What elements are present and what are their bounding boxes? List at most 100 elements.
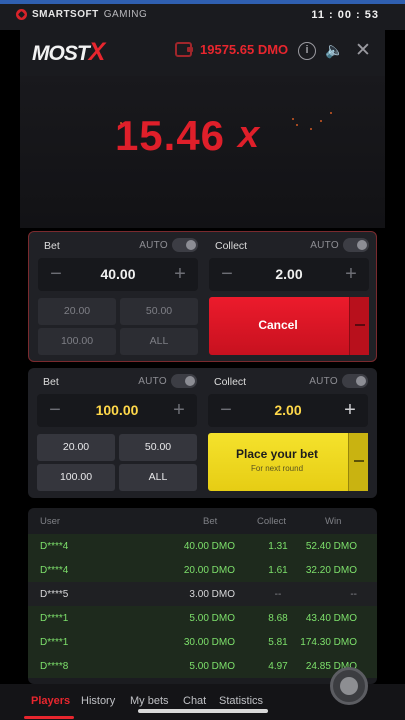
players-table: User Bet Collect Win D****4 40.00 DMO 1.31… xyxy=(28,508,377,684)
cell-win: -- xyxy=(350,589,357,600)
auto-label: AUTO xyxy=(139,240,168,251)
place-bet-button[interactable]: Place your bet For next round xyxy=(208,433,368,491)
app-frame: SMARTSOFT GAMING 11 : 00 : 53 MOSTX 1957… xyxy=(0,0,405,720)
close-icon[interactable]: ✕ xyxy=(354,41,372,60)
quick-bet-chip[interactable]: 20.00 xyxy=(38,298,116,325)
column-collect: Collect xyxy=(257,516,287,527)
bet-panel-2: Bet AUTO − 100.00 + 20.00 50.00 100.00 A… xyxy=(28,368,377,498)
cell-user: D****5 xyxy=(40,589,69,600)
auto-label: AUTO xyxy=(138,376,167,387)
increase-collect-button[interactable]: + xyxy=(339,262,363,286)
quick-bet-chip[interactable]: ALL xyxy=(119,464,197,491)
decrease-bet-button[interactable]: − xyxy=(44,262,68,286)
auto-bet-toggle[interactable] xyxy=(172,238,198,252)
bet-stepper: − 100.00 + xyxy=(37,394,197,427)
tab-statistics[interactable]: Statistics xyxy=(219,695,263,707)
cell-win: 32.20 DMO xyxy=(305,565,357,576)
cell-win: 52.40 DMO xyxy=(305,541,357,552)
cell-win: 174.30 DMO xyxy=(300,637,357,648)
tab-chat[interactable]: Chat xyxy=(183,695,206,707)
table-row: D****4 20.00 DMO 1.61 32.20 DMO xyxy=(28,558,377,582)
decrease-collect-button[interactable]: − xyxy=(214,398,238,422)
increase-bet-button[interactable]: + xyxy=(168,262,192,286)
spark xyxy=(320,120,322,122)
place-bet-label: Place your bet xyxy=(235,447,319,461)
auto-collect-toggle[interactable] xyxy=(343,238,369,252)
system-bar: SMARTSOFT GAMING 11 : 00 : 53 xyxy=(0,0,405,30)
cell-collect: 5.81 xyxy=(268,637,288,648)
column-win: Win xyxy=(325,516,342,527)
tab-players[interactable]: Players xyxy=(31,695,70,707)
increase-bet-button[interactable]: + xyxy=(167,398,191,422)
cancel-options-handle[interactable] xyxy=(349,297,369,355)
provider-brand: SMARTSOFT GAMING xyxy=(16,9,147,20)
brand-suffix: GAMING xyxy=(103,9,148,20)
cell-bet: 5.00 DMO xyxy=(189,661,235,672)
table-header: User Bet Collect Win xyxy=(28,508,377,534)
cell-collect: -- xyxy=(274,589,282,600)
cell-user: D****8 xyxy=(40,661,69,672)
auto-label: AUTO xyxy=(310,240,339,251)
cancel-label: Cancel xyxy=(258,318,298,332)
decrease-collect-button[interactable]: − xyxy=(215,262,239,286)
table-row: D****8 5.00 DMO 4.97 24.85 DMO xyxy=(28,654,377,678)
bet-label: Bet xyxy=(43,376,59,388)
cell-bet: 5.00 DMO xyxy=(189,613,235,624)
quick-bet-chip[interactable]: 100.00 xyxy=(38,328,116,355)
quick-bet-chip[interactable]: 20.00 xyxy=(37,434,115,461)
sound-icon[interactable]: 🔈 xyxy=(325,42,344,60)
collect-amount[interactable]: 2.00 xyxy=(237,266,341,282)
system-bar-accent xyxy=(0,0,405,4)
cell-bet: 3.00 DMO xyxy=(189,589,235,600)
cell-collect: 1.61 xyxy=(268,565,288,576)
bet-section: Bet AUTO − 100.00 + 20.00 50.00 100.00 A… xyxy=(35,368,205,498)
game-header: MOSTX 19575.65 DMO i 🔈 ✕ xyxy=(20,30,385,76)
column-bet: Bet xyxy=(203,516,218,527)
spark xyxy=(292,118,294,120)
cell-bet: 40.00 DMO xyxy=(183,541,235,552)
spark xyxy=(120,122,122,124)
place-bet-sublabel: For next round xyxy=(250,464,304,473)
cancel-button[interactable]: Cancel xyxy=(209,297,369,355)
dash-icon xyxy=(355,324,365,326)
dash-icon xyxy=(354,460,364,462)
bet-amount[interactable]: 100.00 xyxy=(65,402,169,418)
clock: 11 : 00 : 53 xyxy=(311,9,379,21)
auto-collect-toggle[interactable] xyxy=(342,374,368,388)
quick-bet-chip[interactable]: ALL xyxy=(120,328,198,355)
collect-amount[interactable]: 2.00 xyxy=(236,402,340,418)
bet-panel-1: Bet AUTO − 40.00 + 20.00 50.00 100.00 AL… xyxy=(28,231,377,362)
spark xyxy=(296,124,298,126)
tab-history[interactable]: History xyxy=(81,695,115,707)
bet-stepper: − 40.00 + xyxy=(38,258,198,291)
quick-bet-chip[interactable]: 100.00 xyxy=(37,464,115,491)
brand-name: SMARTSOFT xyxy=(32,9,99,20)
auto-bet-toggle[interactable] xyxy=(171,374,197,388)
wallet-icon xyxy=(175,42,193,57)
collect-section: Collect AUTO − 2.00 + Place your bet For… xyxy=(206,368,376,498)
multiplier-suffix: x xyxy=(238,114,260,156)
collect-label: Collect xyxy=(215,240,248,252)
active-tab-indicator xyxy=(24,716,74,719)
bet-amount[interactable]: 40.00 xyxy=(66,266,170,282)
assistive-touch-button[interactable] xyxy=(330,667,368,705)
quick-bet-chip[interactable]: 50.00 xyxy=(119,434,197,461)
cell-user: D****4 xyxy=(40,541,69,552)
collect-label: Collect xyxy=(214,376,247,388)
place-bet-options-handle[interactable] xyxy=(348,433,368,491)
quick-bet-chip[interactable]: 50.00 xyxy=(120,298,198,325)
logo-main: MOST xyxy=(32,42,90,65)
bet-section: Bet AUTO − 40.00 + 20.00 50.00 100.00 AL… xyxy=(36,232,206,361)
increase-collect-button[interactable]: + xyxy=(338,398,362,422)
game-logo: MOSTX xyxy=(32,38,105,67)
cell-user: D****1 xyxy=(40,637,69,648)
home-indicator[interactable] xyxy=(138,709,268,713)
decrease-bet-button[interactable]: − xyxy=(43,398,67,422)
cell-win: 43.40 DMO xyxy=(305,613,357,624)
column-user: User xyxy=(40,516,61,527)
tab-my-bets[interactable]: My bets xyxy=(130,695,169,707)
info-icon[interactable]: i xyxy=(298,42,316,60)
collect-stepper: − 2.00 + xyxy=(208,394,368,427)
collect-stepper: − 2.00 + xyxy=(209,258,369,291)
spark xyxy=(310,128,312,130)
